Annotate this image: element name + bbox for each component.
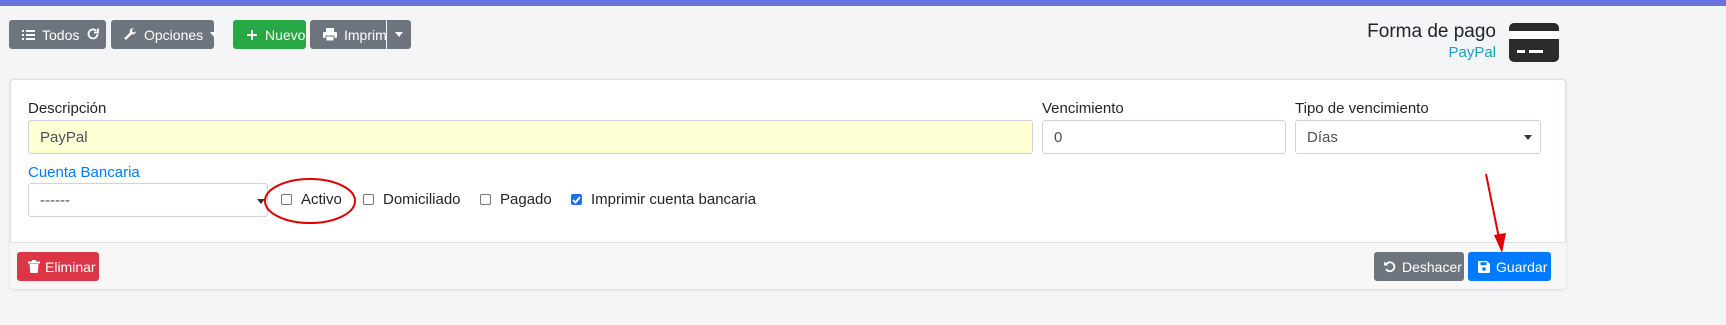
due-input[interactable]: 0: [1042, 120, 1286, 154]
check-icon: [572, 195, 581, 204]
save-button[interactable]: Guardar: [1468, 252, 1551, 281]
paid-checkbox-label: Pagado: [500, 191, 552, 208]
bank-account-value: ------: [40, 191, 70, 209]
list-icon: [22, 29, 35, 41]
paid-checkbox-box[interactable]: [480, 194, 491, 205]
printer-icon: [323, 28, 337, 41]
print-bank-account-checkbox[interactable]: Imprimir cuenta bancaria: [571, 191, 756, 208]
new-button-label: Nuevo: [265, 26, 306, 43]
print-bank-account-checkbox-box[interactable]: [571, 194, 582, 205]
plus-icon: [246, 29, 258, 41]
chevron-down-icon: [210, 32, 219, 37]
print-bank-account-checkbox-label: Imprimir cuenta bancaria: [591, 191, 757, 208]
active-checkbox-box[interactable]: [281, 194, 292, 205]
direct-debit-checkbox[interactable]: Domiciliado: [363, 191, 461, 208]
refresh-icon[interactable]: [86, 27, 100, 41]
options-button[interactable]: Opciones: [111, 20, 219, 49]
new-button[interactable]: Nuevo: [233, 20, 306, 49]
print-dropdown-toggle[interactable]: [387, 20, 411, 49]
trash-icon: [28, 260, 40, 273]
page-title: Forma de pago: [1367, 21, 1496, 42]
credit-card-icon: [1509, 23, 1559, 67]
due-type-value: Días: [1307, 128, 1338, 146]
undo-button[interactable]: Deshacer: [1374, 252, 1464, 281]
save-button-label: Guardar: [1496, 258, 1548, 275]
due-label: Vencimiento: [1042, 100, 1124, 117]
direct-debit-checkbox-box[interactable]: [363, 194, 374, 205]
delete-button-label: Eliminar: [45, 258, 96, 275]
undo-button-label: Deshacer: [1402, 258, 1462, 275]
description-input[interactable]: PayPal: [28, 120, 1033, 154]
wrench-icon: [124, 28, 137, 41]
top-accent-bar: [0, 0, 1726, 6]
floppy-disk-icon: [1478, 260, 1490, 273]
active-checkbox[interactable]: Activo: [281, 191, 342, 208]
due-type-label: Tipo de vencimiento: [1295, 100, 1429, 117]
due-type-select[interactable]: Días: [1295, 120, 1541, 154]
chevron-down-icon: [395, 32, 403, 37]
direct-debit-checkbox-label: Domiciliado: [383, 191, 461, 208]
chevron-down-icon: [1524, 135, 1532, 140]
bank-account-label[interactable]: Cuenta Bancaria: [28, 164, 140, 181]
page-subtitle[interactable]: PayPal: [1448, 44, 1496, 61]
undo-icon: [1383, 260, 1396, 273]
bank-account-select[interactable]: ------: [28, 183, 268, 217]
chevron-down-icon: [257, 199, 265, 204]
print-button[interactable]: Imprimir: [310, 20, 395, 49]
delete-button[interactable]: Eliminar: [17, 252, 99, 281]
options-button-label: Opciones: [144, 26, 204, 43]
paid-checkbox[interactable]: Pagado: [480, 191, 552, 208]
form-footer: [10, 242, 1566, 289]
description-label: Descripción: [28, 100, 107, 117]
all-button-label: Todos: [42, 26, 80, 43]
active-checkbox-label: Activo: [301, 191, 342, 208]
